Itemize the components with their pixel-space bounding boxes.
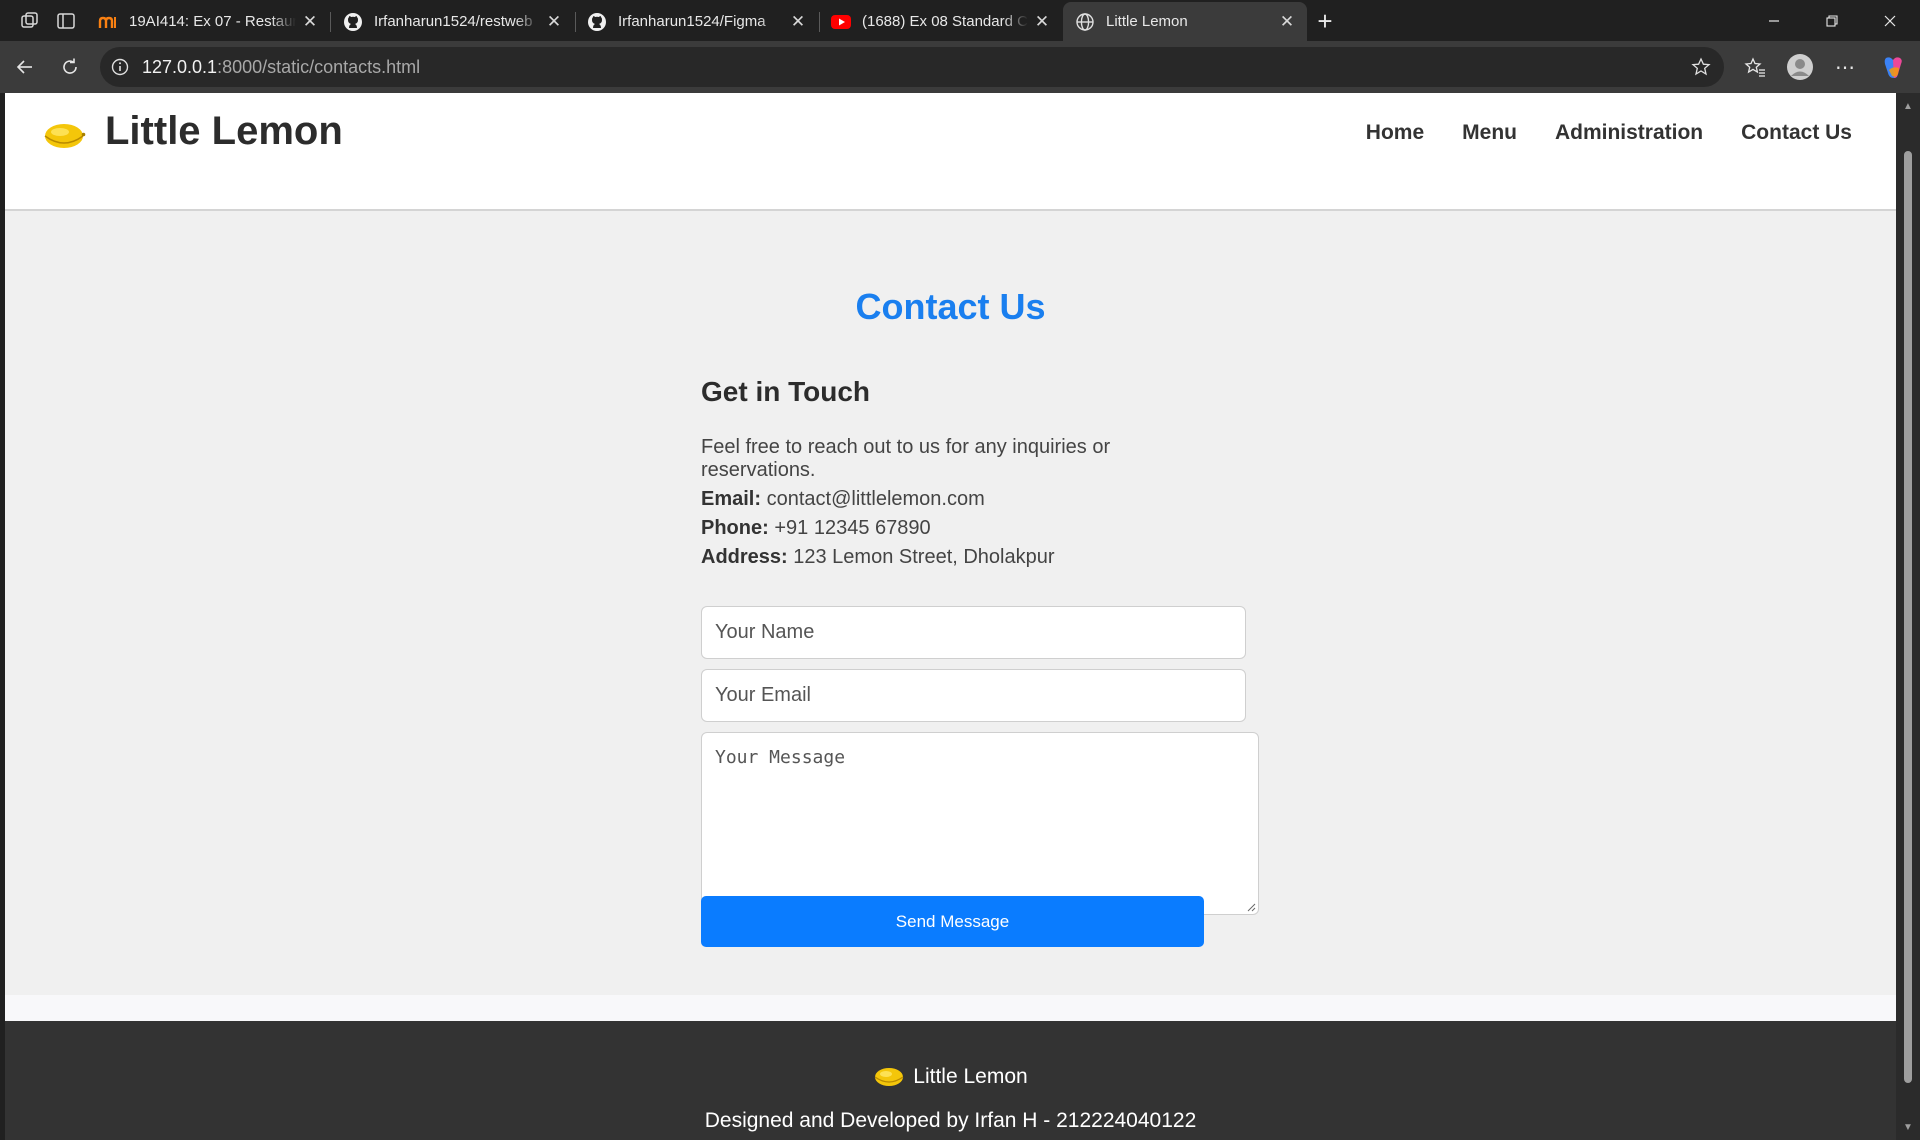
new-tab-icon[interactable]: + [1312, 6, 1338, 36]
browser-tab-active[interactable]: Little Lemon ✕ [1063, 2, 1307, 41]
nav-link-home[interactable]: Home [1366, 121, 1424, 145]
tab-title: Irfanharun1524/Figma [618, 13, 766, 30]
close-tab-icon[interactable]: ✕ [788, 12, 808, 32]
footer-credit: Designed and Developed by Irfan H - 2122… [704, 1109, 1197, 1132]
back-icon[interactable] [8, 50, 42, 84]
tab-title: 19AI414: Ex 07 - Restaurant Website [129, 13, 296, 30]
page-title: Contact Us [855, 286, 1046, 327]
site-nav: Home Menu Administration Contact Us [1366, 121, 1852, 145]
phone-line: Phone: +91 12345 67890 [701, 517, 1231, 540]
url-path: :8000/static/contacts.html [217, 56, 421, 77]
email-placeholder: Your Email [715, 684, 811, 706]
browser-toolbar: 127.0.0.1:8000/static/contacts.html ⋯ [0, 41, 1920, 93]
contact-info: Get in Touch Feel free to reach out to u… [701, 376, 1231, 569]
browser-tab[interactable]: 19AI414: Ex 07 - Restaurant Website ✕ [86, 2, 330, 41]
favorites-icon[interactable] [1738, 50, 1772, 84]
lemon-icon [874, 1068, 904, 1086]
tab-title: Little Lemon [1106, 13, 1188, 30]
browser-tab[interactable]: Irfanharun1524/Figma ✕ [575, 2, 818, 41]
url-host: 127.0.0.1 [142, 56, 218, 77]
site-info-icon[interactable] [110, 57, 130, 77]
vertical-tabs-icon[interactable] [53, 8, 79, 34]
lemon-logo-icon [42, 119, 86, 151]
youtube-icon [831, 12, 851, 32]
phone-label: Phone: [701, 517, 769, 539]
browser-tab[interactable]: (1688) Ex 08 Standard Calculator Design … [819, 2, 1062, 41]
email-value: contact@littlelemon.com [761, 488, 985, 510]
github-icon [587, 12, 607, 32]
reload-icon[interactable] [53, 50, 87, 84]
globe-icon [1075, 12, 1095, 32]
footer-brand: Little Lemon [5, 1065, 1896, 1089]
scroll-up-icon[interactable]: ▲ [1896, 97, 1920, 115]
phone-value: +91 12345 67890 [768, 517, 931, 539]
site-header: Little Lemon Home Menu Administration Co… [5, 93, 1896, 211]
page-viewport: Little Lemon Home Menu Administration Co… [5, 93, 1896, 1140]
minimize-icon[interactable] [1745, 0, 1803, 41]
profile-avatar-icon[interactable] [1783, 50, 1817, 84]
tab-title: (1688) Ex 08 Standard Calculator Design [862, 13, 1028, 30]
section-heading: Get in Touch [701, 376, 871, 407]
name-field[interactable]: Your Name [701, 606, 1246, 659]
browser-tab[interactable]: Irfanharun1524/restweb ✕ [331, 2, 574, 41]
send-message-label: Send Message [895, 911, 1010, 931]
moodle-icon [98, 12, 118, 32]
footer-spacer [5, 995, 1896, 1021]
workspaces-icon[interactable] [17, 8, 43, 34]
copilot-icon[interactable] [1876, 50, 1910, 84]
name-placeholder: Your Name [715, 621, 815, 643]
intro-text: Feel free to reach out to us for any inq… [701, 436, 1111, 481]
nav-link-menu[interactable]: Menu [1462, 121, 1517, 145]
scroll-thumb[interactable] [1904, 151, 1912, 1083]
address-line: Address: 123 Lemon Street, Dholakpur [701, 546, 1231, 569]
nav-link-administration[interactable]: Administration [1555, 121, 1703, 145]
footer-brand-name: Little Lemon [913, 1065, 1028, 1088]
github-icon [343, 12, 363, 32]
address-value: 123 Lemon Street, Dholakpur [787, 546, 1055, 568]
page-scrollbar[interactable]: ▲ ▼ [1896, 93, 1920, 1140]
address-bar[interactable]: 127.0.0.1:8000/static/contacts.html [100, 47, 1724, 87]
close-tab-icon[interactable]: ✕ [1032, 12, 1052, 32]
email-field[interactable]: Your Email [701, 669, 1246, 722]
send-message-button[interactable]: Send Message [701, 896, 1204, 947]
tab-title: Irfanharun1524/restweb [374, 13, 533, 30]
scroll-down-icon[interactable]: ▼ [1896, 1118, 1920, 1136]
close-tab-icon[interactable]: ✕ [300, 12, 320, 32]
email-line: Email: contact@littlelemon.com [701, 488, 1231, 511]
close-window-icon[interactable] [1861, 0, 1919, 41]
address-label: Address: [701, 546, 788, 568]
restore-icon[interactable] [1803, 0, 1861, 41]
nav-link-contact-us[interactable]: Contact Us [1741, 121, 1852, 145]
message-field[interactable]: Your Message [701, 732, 1259, 915]
resize-grip-icon[interactable] [1246, 902, 1256, 912]
site-footer: Little Lemon Designed and Developed by I… [5, 1021, 1896, 1140]
url-text: 127.0.0.1:8000/static/contacts.html [142, 57, 420, 78]
email-label: Email: [701, 488, 762, 510]
site-title: Little Lemon [105, 109, 343, 153]
close-tab-icon[interactable]: ✕ [544, 12, 564, 32]
browser-tab-bar: 19AI414: Ex 07 - Restaurant Website ✕ Ir… [0, 0, 1920, 41]
message-placeholder: Your Message [715, 747, 846, 768]
more-options-icon[interactable]: ⋯ [1828, 50, 1862, 84]
favorite-star-icon[interactable] [1690, 56, 1712, 78]
close-tab-icon[interactable]: ✕ [1277, 12, 1297, 32]
